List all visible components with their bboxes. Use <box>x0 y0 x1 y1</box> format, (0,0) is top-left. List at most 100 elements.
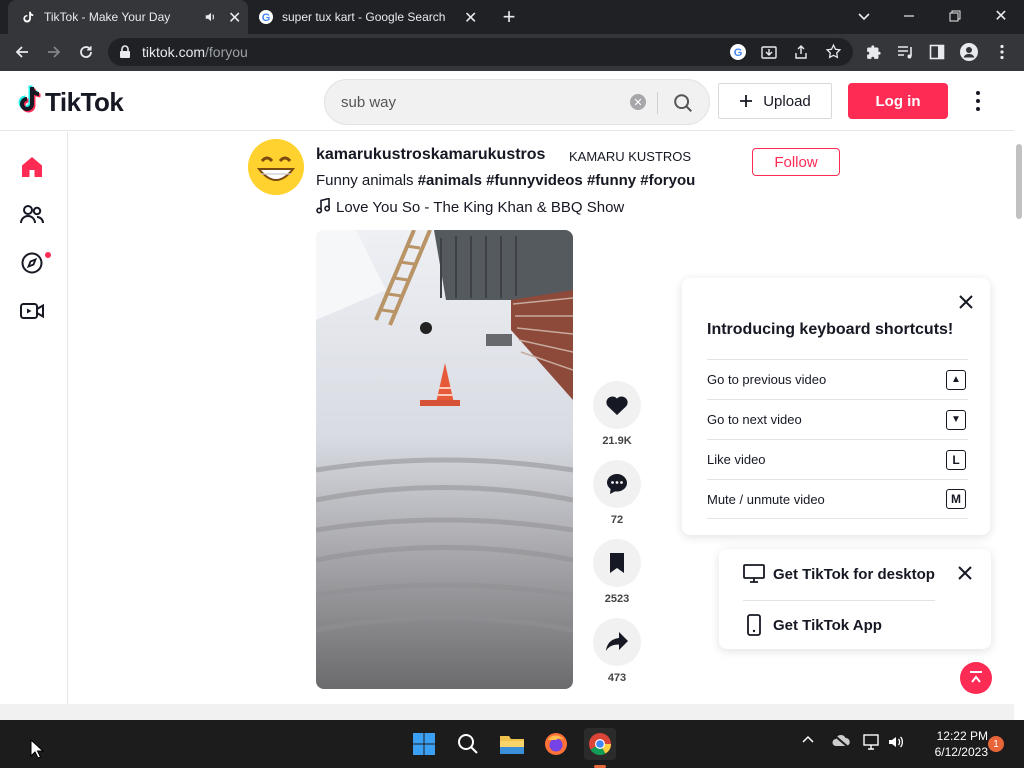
forward-button[interactable] <box>44 42 64 62</box>
clear-search-icon[interactable]: ✕ <box>630 94 646 110</box>
search-button[interactable] <box>665 88 701 118</box>
like-button[interactable] <box>593 381 641 429</box>
minimize-button[interactable] <box>898 6 920 26</box>
horizontal-scrollbar[interactable] <box>0 704 1014 720</box>
bookmark-star-icon[interactable] <box>825 43 842 65</box>
get-desktop-link[interactable]: Get TikTok for desktop <box>743 563 935 585</box>
extensions-icon[interactable] <box>865 44 882 66</box>
vertical-scrollbar[interactable] <box>1014 72 1024 649</box>
search-input-value[interactable]: sub way <box>341 94 396 111</box>
restore-button[interactable] <box>944 6 966 26</box>
new-tab-button[interactable]: + <box>498 4 520 29</box>
notification-badge[interactable]: 1 <box>988 736 1004 752</box>
close-window-button[interactable]: ✕ <box>990 5 1012 27</box>
lock-icon[interactable] <box>119 45 131 64</box>
follow-button[interactable]: Follow <box>752 148 840 176</box>
tiktok-logo-text[interactable]: TikTok <box>45 87 124 118</box>
avatar[interactable] <box>248 139 304 195</box>
tab-title: super tux kart - Google Search <box>282 10 446 24</box>
sidebar-item-following[interactable] <box>18 201 46 229</box>
get-app-panel: Get TikTok for desktop Get TikTok App <box>719 549 991 649</box>
media-control-icon[interactable] <box>897 44 914 66</box>
share-action[interactable]: 473 <box>593 618 641 684</box>
comment-button[interactable] <box>593 460 641 508</box>
back-to-top-button[interactable] <box>960 662 992 694</box>
onedrive-cloud-icon[interactable] <box>832 734 850 748</box>
chrome-icon[interactable] <box>584 728 616 760</box>
tiktok-logo-icon[interactable] <box>17 85 43 120</box>
tab-google-search[interactable]: G super tux kart - Google Search ✕ <box>250 0 486 34</box>
side-panel-icon[interactable] <box>929 44 945 65</box>
sidebar-item-live[interactable] <box>18 297 46 325</box>
upload-button[interactable]: Upload <box>718 83 832 119</box>
firefox-icon[interactable] <box>540 728 572 760</box>
post-nickname[interactable]: KAMARU KUSTROS <box>569 149 691 164</box>
comment-icon <box>607 474 627 494</box>
sidebar-item-home[interactable] <box>18 153 46 181</box>
explore-notification-dot <box>45 252 51 258</box>
bookmark-icon <box>610 553 624 573</box>
phone-icon <box>743 614 765 636</box>
music-note-icon <box>316 197 331 218</box>
save-action[interactable]: 2523 <box>593 539 641 605</box>
scrollbar-thumb[interactable] <box>1016 144 1022 219</box>
comment-count: 72 <box>610 514 624 526</box>
reload-button[interactable] <box>76 42 96 62</box>
get-app-label: Get TikTok App <box>773 616 882 634</box>
comment-action[interactable]: 72 <box>593 460 641 526</box>
like-action[interactable]: 21.9K <box>593 381 641 447</box>
shortcut-row: Go to previous video ▲ <box>707 359 968 399</box>
tab-tiktok[interactable]: TikTok - Make Your Day ✕ <box>8 0 248 34</box>
compass-icon <box>21 252 43 274</box>
post-music[interactable]: Love You So - The King Khan & BBQ Show <box>316 197 624 218</box>
google-lens-icon[interactable]: G <box>729 43 747 66</box>
keyboard-shortcuts-panel: Introducing keyboard shortcuts! Go to pr… <box>682 278 990 535</box>
save-button[interactable] <box>593 539 641 587</box>
url-host: tiktok.com <box>142 44 206 60</box>
windows-taskbar: 12:22 PM 6/12/2023 1 <box>0 720 1024 768</box>
taskbar-clock[interactable]: 12:22 PM 6/12/2023 <box>918 728 988 760</box>
windows-start-icon[interactable] <box>408 728 440 760</box>
sidebar-item-explore[interactable] <box>18 249 46 277</box>
home-icon <box>22 157 42 177</box>
close-icon[interactable] <box>956 292 976 312</box>
share-count: 473 <box>607 672 627 684</box>
tab-close-icon[interactable]: ✕ <box>464 8 477 28</box>
url-path: /foryou <box>205 44 248 60</box>
post-username[interactable]: kamarukustroskamarukustros <box>316 146 545 164</box>
shortcuts-title: Introducing keyboard shortcuts! <box>707 321 954 338</box>
back-button[interactable] <box>12 42 32 62</box>
show-hidden-icons-chevron-icon[interactable] <box>802 734 814 746</box>
google-favicon-icon: G <box>258 9 274 25</box>
tab-close-icon[interactable]: ✕ <box>228 8 241 28</box>
arrow-up-icon <box>970 671 982 683</box>
taskbar-search-icon[interactable] <box>452 728 484 760</box>
file-explorer-icon[interactable] <box>496 728 528 760</box>
close-icon[interactable] <box>955 563 975 583</box>
get-desktop-label: Get TikTok for desktop <box>773 565 935 583</box>
post-hashtags[interactable]: #animals #funnyvideos #funny #foryou <box>418 172 696 189</box>
get-app-link[interactable]: Get TikTok App <box>743 614 882 636</box>
search-input[interactable]: sub way ✕ <box>324 79 710 125</box>
tab-search-chevron-icon[interactable] <box>854 6 874 26</box>
down-arrow-key-icon: ▼ <box>946 409 966 430</box>
volume-icon[interactable] <box>888 734 904 750</box>
network-icon[interactable] <box>863 734 881 750</box>
login-button[interactable]: Log in <box>848 83 948 119</box>
search-icon <box>674 94 692 112</box>
install-app-icon[interactable] <box>761 44 777 65</box>
l-key-icon: L <box>946 449 966 470</box>
url-text[interactable]: tiktok.com/foryou <box>142 44 248 60</box>
share-button[interactable] <box>593 618 641 666</box>
share-icon[interactable] <box>793 44 809 65</box>
chrome-menu-icon[interactable] <box>999 44 1005 65</box>
m-key-icon: M <box>946 489 966 509</box>
post-description: Funny animals #animals #funnyvideos #fun… <box>316 172 695 189</box>
save-count: 2523 <box>604 593 630 605</box>
more-options-icon[interactable] <box>970 89 986 113</box>
profile-icon[interactable] <box>960 43 978 66</box>
video-player[interactable] <box>316 230 573 689</box>
speaker-icon[interactable] <box>204 10 218 27</box>
tab-title: TikTok - Make Your Day <box>44 10 171 24</box>
tiktok-page: TikTok sub way ✕ Upload Log in kamarukus… <box>0 71 1024 720</box>
